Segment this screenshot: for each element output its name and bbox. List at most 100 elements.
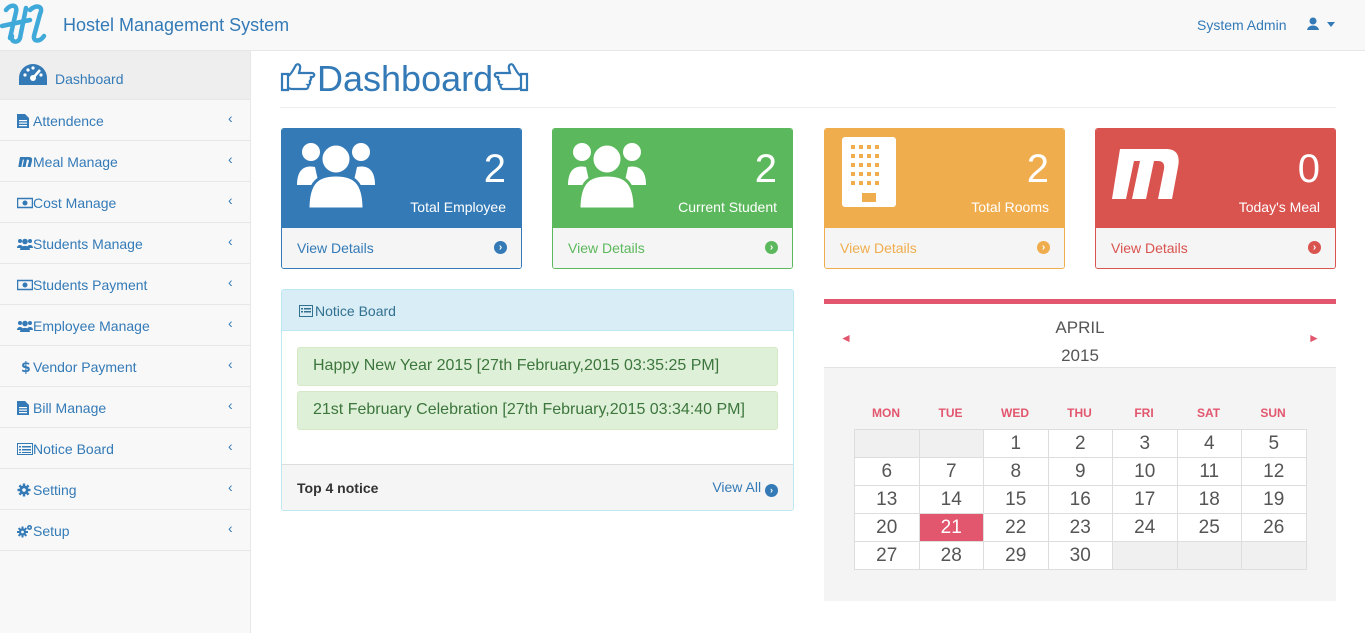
sidebar-item-meal-manage[interactable]: Meal Manage ‹	[0, 141, 250, 182]
calendar-day-cell[interactable]: 17	[1112, 485, 1178, 514]
file-icon	[17, 114, 33, 128]
calendar-day-cell[interactable]: 20	[854, 513, 920, 542]
calendar-day-cell[interactable]: 14	[918, 485, 984, 514]
hand-point-left-icon	[493, 63, 529, 92]
users-icon	[297, 142, 375, 211]
view-all-link[interactable]: View All ›	[712, 479, 778, 497]
calendar-day-cell[interactable]: 11	[1176, 457, 1242, 486]
calendar-weekday: MON	[872, 406, 900, 420]
calendar-day-cell[interactable]: 4	[1176, 429, 1242, 458]
notice-item[interactable]: 21st February Celebration [27th February…	[297, 391, 778, 430]
arrow-circle-right-icon: ›	[765, 241, 778, 254]
current-student-label: Current Student	[678, 199, 777, 215]
calendar-day-cell[interactable]: 5	[1241, 429, 1307, 458]
calendar-day-cell[interactable]: 23	[1047, 513, 1113, 542]
calendar-day-cell[interactable]: 13	[854, 485, 920, 514]
calendar-day-cell[interactable]: 3	[1112, 429, 1178, 458]
calendar-day-cell[interactable]: 9	[1047, 457, 1113, 486]
view-details-link[interactable]: View Details ›	[1096, 228, 1335, 268]
calendar-day-cell[interactable]: 7	[918, 457, 984, 486]
sidebar-item-dashboard[interactable]: Dashboard	[0, 51, 250, 100]
calendar-day-cell[interactable]: 25	[1176, 513, 1242, 542]
view-details-link[interactable]: View Details ›	[282, 228, 521, 268]
caret-down-icon	[1327, 22, 1335, 27]
tachometer-icon	[18, 63, 48, 87]
notice-item[interactable]: Happy New Year 2015 [27th February,2015 …	[297, 347, 778, 386]
calendar-day-cell[interactable]: 29	[983, 541, 1049, 570]
calendar-day-cell[interactable]: 24	[1112, 513, 1178, 542]
todays-meal-label: Today's Meal	[1238, 199, 1320, 215]
sidebar-item-attendence[interactable]: Attendence ‹	[0, 100, 250, 141]
sidebar-item-setup[interactable]: Setup ‹	[0, 510, 250, 551]
sidebar-item-vendor-payment[interactable]: $ Vendor Payment ‹	[0, 346, 250, 387]
gear-icon	[17, 483, 33, 497]
calendar-day-cell[interactable]: 27	[854, 541, 920, 570]
sidebar-item-label: Setup	[33, 523, 70, 539]
calendar-day-cell[interactable]: 12	[1241, 457, 1307, 486]
calendar-day-cell[interactable]: 10	[1112, 457, 1178, 486]
calendar-empty-cell	[1176, 541, 1242, 570]
sidebar-item-notice-board[interactable]: Notice Board ‹	[0, 428, 250, 469]
notice-board-footer: Top 4 notice View All ›	[282, 464, 793, 510]
notice-board-panel: Notice Board Happy New Year 2015 [27th F…	[281, 289, 794, 511]
sidebar-item-students-payment[interactable]: Students Payment ‹	[0, 264, 250, 305]
calendar-day-cell[interactable]: 18	[1176, 485, 1242, 514]
chevron-left-icon: ‹	[228, 356, 233, 372]
sidebar-item-setting[interactable]: Setting ‹	[0, 469, 250, 510]
calendar-empty-cell	[854, 429, 920, 458]
total-employee-label: Total Employee	[410, 199, 506, 215]
notice-board-heading: Notice Board	[282, 290, 793, 331]
arrow-circle-right-icon: ›	[1037, 241, 1050, 254]
calendar-day-cell[interactable]: 6	[854, 457, 920, 486]
view-all-label: View All	[712, 479, 762, 495]
view-details-link[interactable]: View Details ›	[825, 228, 1064, 268]
chevron-left-icon: ‹	[228, 397, 233, 413]
calendar-day-cell[interactable]: 28	[918, 541, 984, 570]
chevron-left-icon: ‹	[228, 438, 233, 454]
calendar-day-cell[interactable]: 26	[1241, 513, 1307, 542]
calendar-month: APRIL	[1055, 318, 1105, 337]
calendar-day-cell[interactable]: 22	[983, 513, 1049, 542]
calendar-day-cell[interactable]: 16	[1047, 485, 1113, 514]
sidebar-item-employee-manage[interactable]: Employee Manage ‹	[0, 305, 250, 346]
calendar-today-cell[interactable]: 21	[918, 513, 984, 542]
panel-total-employee: 2 Total Employee View Details ›	[281, 128, 522, 269]
view-details-label: View Details	[297, 240, 374, 256]
calendar-day-cell[interactable]: 15	[983, 485, 1049, 514]
sidebar-item-label: Setting	[33, 482, 77, 498]
app-brand[interactable]: Hostel Management System	[63, 15, 289, 36]
chevron-left-icon: ‹	[228, 274, 233, 290]
calendar-empty-cell	[1112, 541, 1178, 570]
calendar-next-button[interactable]: ►	[1308, 331, 1320, 345]
calendar-day-cell[interactable]: 1	[983, 429, 1049, 458]
top-navbar: Hostel Management System System Admin	[0, 0, 1365, 51]
calendar-day-cell[interactable]: 2	[1047, 429, 1113, 458]
user-name[interactable]: System Admin	[1197, 17, 1286, 33]
calendar-day-cell[interactable]: 30	[1047, 541, 1113, 570]
user-icon	[1307, 17, 1335, 30]
sidebar-item-students-manage[interactable]: Students Manage ‹	[0, 223, 250, 264]
panel-heading: 2 Total Rooms	[825, 129, 1064, 228]
current-student-count: 2	[754, 147, 777, 191]
calendar-weekday: FRI	[1134, 406, 1154, 420]
list-alt-icon	[17, 442, 33, 456]
view-details-label: View Details	[840, 240, 917, 256]
hand-point-right-icon	[280, 63, 316, 92]
sidebar-item-bill-manage[interactable]: Bill Manage ‹	[0, 387, 250, 428]
panel-heading: 2 Current Student	[553, 129, 792, 228]
calendar-weekday: TUE	[938, 406, 963, 420]
view-details-link[interactable]: View Details ›	[553, 228, 792, 268]
calendar-day-cell[interactable]: 19	[1241, 485, 1307, 514]
calendar-grid: 1 2 3 4 5 6 7 8 9 10 11 12 13 14 15 16 17 18 19 20 21 22 23 24 2…	[854, 429, 1307, 570]
user-menu-button[interactable]	[1307, 16, 1341, 36]
chevron-left-icon: ‹	[228, 315, 233, 331]
users-icon	[17, 319, 33, 333]
calendar-day-cell[interactable]: 8	[983, 457, 1049, 486]
calendar-empty-cell	[1241, 541, 1307, 570]
hm-logo-icon[interactable]	[0, 2, 50, 44]
gears-icon	[17, 524, 33, 538]
chevron-left-icon: ‹	[228, 192, 233, 208]
sidebar-item-cost-manage[interactable]: Cost Manage ‹	[0, 182, 250, 223]
sidebar-item-label: Employee Manage	[33, 318, 150, 334]
chevron-left-icon: ‹	[228, 520, 233, 536]
